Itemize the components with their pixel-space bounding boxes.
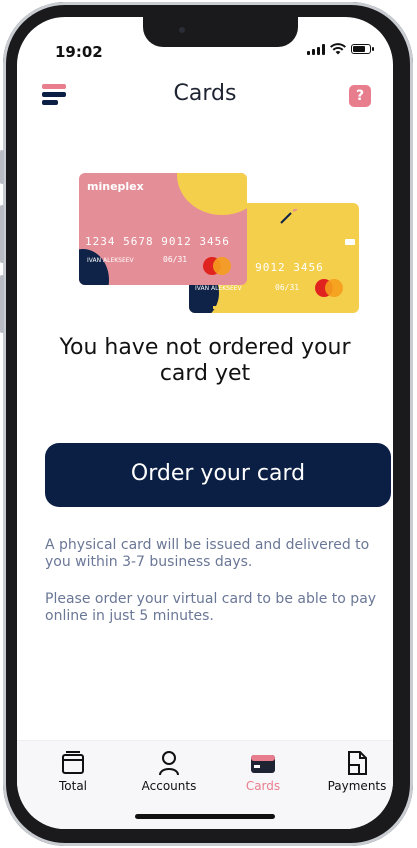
front-card-number: 1234 5678 9012 3456 <box>85 235 230 248</box>
person-icon <box>159 751 179 776</box>
app-screen: 19:02 Cards ? 5678 9012 3456 IVAN ALEKSE… <box>17 17 393 829</box>
front-card-expiry: 06/31 <box>163 255 188 264</box>
tab-accounts-label: Accounts <box>141 779 197 793</box>
virtual-card-info: Please order your virtual card to be abl… <box>45 591 377 624</box>
back-card-holder: IVAN ALEKSEEV <box>195 285 242 292</box>
volume-down-button <box>0 275 4 333</box>
tab-accounts[interactable]: Accounts <box>129 749 209 793</box>
help-button[interactable]: ? <box>349 85 371 107</box>
volume-up-button <box>0 205 4 263</box>
tab-total-label: Total <box>58 779 88 793</box>
mute-switch <box>0 150 4 184</box>
battery-icon <box>351 44 374 54</box>
front-card: mineplex 1234 5678 9012 3456 IVAN ALEKSE… <box>79 173 247 285</box>
tab-cards-label: Cards <box>245 779 281 793</box>
cards-illustration: 5678 9012 3456 IVAN ALEKSEEV 06/31 minep… <box>79 173 363 323</box>
card-brand: mineplex <box>87 180 144 193</box>
order-card-button[interactable]: Order your card <box>45 443 391 507</box>
tab-payments[interactable]: Payments <box>317 749 393 793</box>
bottom-tab-bar: Total Accounts Cards Payments <box>17 740 393 829</box>
document-icon <box>348 751 367 775</box>
home-indicator[interactable] <box>135 814 275 819</box>
card-icon <box>251 755 275 773</box>
status-icons <box>307 43 374 55</box>
back-card-expiry: 06/31 <box>275 283 300 292</box>
tab-total[interactable]: Total <box>33 749 113 793</box>
chip <box>345 239 355 245</box>
physical-card-info: A physical card will be issued and deliv… <box>45 537 370 570</box>
signal-icon <box>307 43 325 55</box>
tab-cards[interactable]: Cards <box>223 749 303 793</box>
mastercard-logo-icon <box>315 279 343 297</box>
wallet-icon <box>62 751 84 774</box>
notch <box>143 17 298 47</box>
mastercard-logo-icon <box>203 257 231 275</box>
status-time: 19:02 <box>55 43 103 61</box>
tab-payments-label: Payments <box>327 779 387 793</box>
wifi-icon <box>330 43 346 55</box>
card-stripe <box>213 306 273 309</box>
front-card-holder: IVAN ALEKSEEV <box>87 257 134 264</box>
sparkle-decoration <box>280 209 298 224</box>
page-title: Cards <box>173 81 237 106</box>
camera-icon <box>179 27 185 33</box>
empty-state-message: You have not ordered your card yet <box>59 335 351 386</box>
